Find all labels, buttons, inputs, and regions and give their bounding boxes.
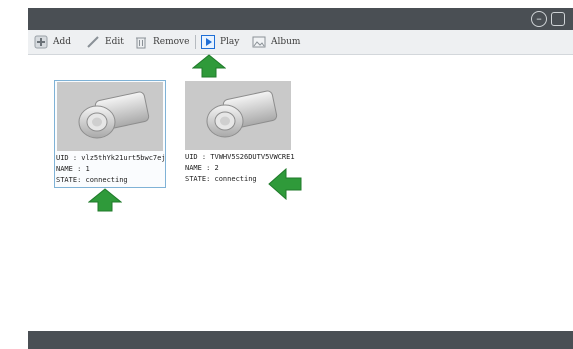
plus-icon xyxy=(34,35,48,49)
toolbar-separator xyxy=(195,35,196,49)
toolbar: Add Edit Remove Play Album xyxy=(28,30,573,55)
edit-label: Edit xyxy=(105,37,124,47)
add-label: Add xyxy=(53,37,72,47)
camera-icon xyxy=(206,90,278,138)
device-uid: UID : vlz5thYk21urt5bwc7ej xyxy=(56,154,166,162)
device-info: UID : vlz5thYk21urt5bwc7ej NAME : 1 STAT… xyxy=(56,153,166,186)
device-name: NAME : 1 xyxy=(56,165,90,173)
status-bar xyxy=(28,331,573,349)
remove-label: Remove xyxy=(153,37,190,47)
device-thumbnail xyxy=(57,82,163,151)
image-icon xyxy=(252,36,266,48)
trash-icon xyxy=(136,37,146,49)
remove-button[interactable]: Remove xyxy=(134,34,189,50)
arrow-icon xyxy=(268,168,302,200)
edit-button[interactable]: Edit xyxy=(86,34,124,50)
album-button[interactable]: Album xyxy=(252,34,300,50)
device-uid: UID : TVWHV5S26DUTV5VWCRE1 xyxy=(185,153,295,161)
maximize-button[interactable] xyxy=(551,12,565,26)
device-card-1[interactable]: UID : vlz5thYk21urt5bwc7ej NAME : 1 STAT… xyxy=(54,80,166,188)
arrow-icon xyxy=(192,54,226,78)
play-button[interactable]: Play xyxy=(201,34,239,50)
arrow-icon xyxy=(88,188,122,212)
camera-icon xyxy=(78,91,150,139)
add-button[interactable]: Add xyxy=(34,34,71,50)
album-label: Album xyxy=(271,37,301,47)
play-icon xyxy=(201,35,215,49)
play-label: Play xyxy=(220,37,240,47)
device-thumbnail xyxy=(185,81,291,150)
device-state: STATE: connecting xyxy=(56,176,128,184)
pencil-icon xyxy=(87,36,99,48)
minimize-button[interactable]: – xyxy=(531,11,547,27)
title-bar: – xyxy=(28,8,573,30)
